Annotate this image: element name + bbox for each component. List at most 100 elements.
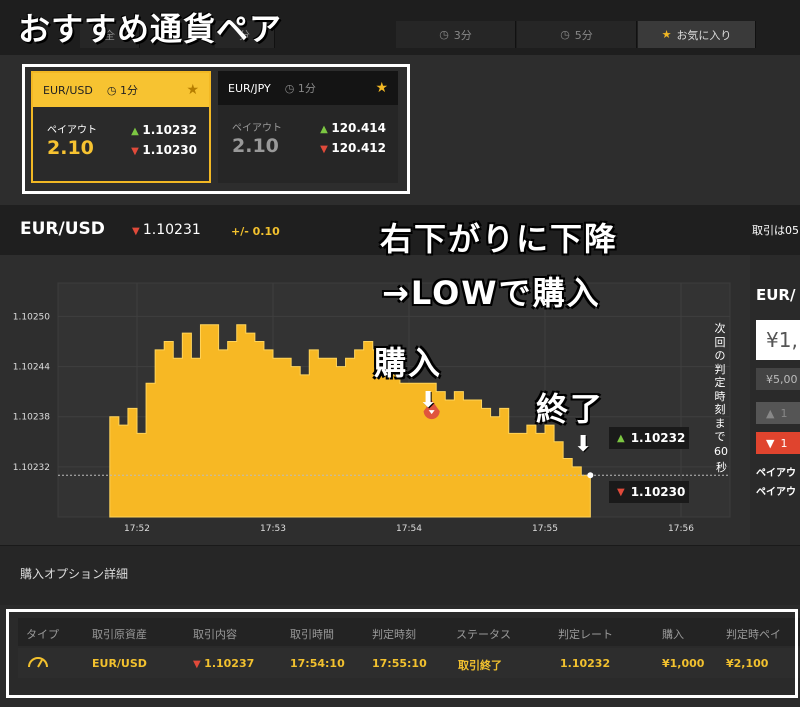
high-button-label: 1: [780, 406, 788, 420]
amount-preset-button[interactable]: ¥5,00: [756, 368, 800, 390]
payout-value: 2.10: [232, 135, 279, 157]
panel-payout-label: ペイアウ: [756, 468, 796, 479]
arrow-down-icon: ⬇: [574, 432, 593, 457]
x-tick-label: 17:54: [396, 524, 422, 534]
up-arrow-icon: ▲: [617, 432, 625, 444]
col-payout: 判定時ペイ: [726, 628, 781, 641]
clock-icon: ◷: [560, 28, 570, 41]
x-tick-label: 17:52: [124, 524, 150, 534]
star-icon: ★: [661, 28, 672, 41]
header-pair: EUR/USD: [20, 219, 105, 239]
overlay-end: 終了: [536, 390, 605, 428]
countdown-unit: 秒: [716, 461, 727, 474]
x-tick-label: 17:55: [532, 524, 558, 534]
down-arrow-icon: ▼: [766, 436, 775, 450]
up-arrow-icon: ▲: [320, 124, 332, 135]
star-icon[interactable]: ★: [375, 80, 388, 96]
low-label-value: 1.10230: [630, 485, 686, 499]
cell-purchase: ¥1,000: [662, 657, 705, 670]
col-trade-time: 取引時間: [290, 628, 334, 641]
col-asset: 取引原資産: [92, 628, 147, 641]
clock-icon: ◷: [106, 84, 120, 97]
tab-3min[interactable]: ◷ 3分: [396, 21, 516, 48]
tab-favorites[interactable]: ★ お気に入り: [638, 21, 756, 48]
col-purchase: 購入: [662, 628, 684, 641]
y-tick-label: 1.10250: [13, 312, 50, 322]
down-arrow-icon: ▼: [193, 659, 205, 670]
star-icon[interactable]: ★: [186, 82, 199, 98]
payout-value: 2.10: [47, 137, 94, 159]
payout-label: ペイアウト: [232, 123, 282, 134]
low-button-label: 1: [780, 436, 788, 450]
pair-duration: ◷ 1分: [285, 80, 316, 96]
low-rate: ▼ 1.10230: [131, 143, 197, 157]
col-judge-time: 判定時刻: [372, 628, 416, 641]
high-label-value: 1.10232: [630, 431, 686, 445]
col-content: 取引内容: [193, 628, 237, 641]
amount-input[interactable]: ¥1,: [756, 320, 800, 360]
header-change: +/- 0.10: [231, 225, 280, 238]
cell-content-value: 1.10237: [204, 657, 255, 670]
y-tick-label: 1.10232: [13, 463, 50, 473]
pair-duration: ◷ 1分: [107, 82, 138, 98]
cell-content: ▼ 1.10237: [193, 657, 254, 670]
low-rate-marker: ▼ 1.10230: [609, 481, 689, 503]
low-rate-value: 120.412: [331, 141, 386, 155]
tab-3min-label: 3分: [453, 28, 472, 42]
high-rate-value: 120.414: [331, 121, 386, 135]
header-trade-label: 取引は05: [752, 224, 799, 237]
down-arrow-icon: ▼: [131, 146, 143, 157]
low-rate: ▼ 120.412: [320, 141, 386, 155]
col-status: ステータス: [456, 628, 511, 641]
y-tick-label: 1.10238: [13, 413, 50, 423]
tab-5min[interactable]: ◷ 5分: [517, 21, 637, 48]
panel-payout-label: ペイアウ: [756, 487, 796, 498]
current-rate-point: [587, 472, 594, 479]
panel-pair: EUR/: [756, 286, 796, 304]
pair-card-header: EUR/JPY ◷ 1分 ★: [218, 71, 398, 105]
high-rate: ▲ 1.10232: [131, 123, 197, 137]
cell-judge-time: 17:55:10: [372, 657, 427, 670]
clock-icon: ◷: [439, 28, 449, 41]
cell-trade-time: 17:54:10: [290, 657, 345, 670]
down-arrow-icon: ▼: [132, 226, 143, 237]
cell-status: 取引終了: [458, 659, 502, 672]
high-rate-marker: ▲ 1.10232: [609, 427, 689, 449]
overlay-trend-line1: 右下がりに下降: [380, 220, 619, 258]
high-rate-value: 1.10232: [142, 123, 197, 137]
overlay-title: おすすめ通貨ペア: [18, 10, 283, 48]
overlay-trend-line2: →LOWで購入: [382, 274, 601, 312]
down-arrow-icon: ▼: [617, 486, 625, 498]
x-tick-label: 17:53: [260, 524, 286, 534]
pair-card-eurjpy[interactable]: EUR/JPY ◷ 1分 ★ ペイアウト 2.10 ▲ 120.414 ▼ 12…: [218, 71, 398, 183]
low-button[interactable]: ▼ 1: [756, 432, 800, 454]
up-arrow-icon: ▲: [131, 126, 143, 137]
pair-card-header: EUR/USD ◷ 1分 ★: [33, 73, 209, 107]
down-arrow-icon: ▼: [320, 144, 332, 155]
pair-duration-label: 1分: [119, 84, 138, 97]
high-rate: ▲ 120.414: [320, 121, 386, 135]
tab-favorites-label: お気に入り: [676, 28, 732, 42]
pair-duration-label: 1分: [297, 82, 316, 95]
x-tick-label: 17:56: [668, 524, 694, 534]
header-rate: ▼ 1.10231: [132, 222, 201, 238]
high-button[interactable]: ▲ 1: [756, 402, 800, 424]
payout-label: ペイアウト: [47, 125, 97, 136]
gauge-icon: [28, 657, 48, 668]
countdown-value: 60: [714, 445, 728, 458]
col-judge-rate: 判定レート: [558, 628, 613, 641]
countdown-text: 次回の判定時刻まで: [714, 322, 726, 443]
cell-judge-rate: 1.10232: [560, 657, 611, 670]
clock-icon: ◷: [284, 82, 298, 95]
pair-name: EUR/USD: [43, 83, 93, 97]
overlay-purchase: 購入: [374, 344, 443, 382]
highlight-box-table: [6, 609, 798, 698]
pair-name: EUR/JPY: [228, 81, 271, 95]
pair-card-eurusd[interactable]: EUR/USD ◷ 1分 ★ ペイアウト 2.10 ▲ 1.10232 ▼ 1.…: [31, 71, 211, 183]
option-detail-title: 購入オプション詳細: [20, 567, 129, 581]
col-type: タイプ: [26, 628, 59, 641]
cell-payout: ¥2,100: [726, 657, 769, 670]
arrow-down-icon: ⬇: [419, 388, 438, 413]
tab-5min-label: 5分: [574, 28, 593, 42]
up-arrow-icon: ▲: [766, 406, 775, 420]
